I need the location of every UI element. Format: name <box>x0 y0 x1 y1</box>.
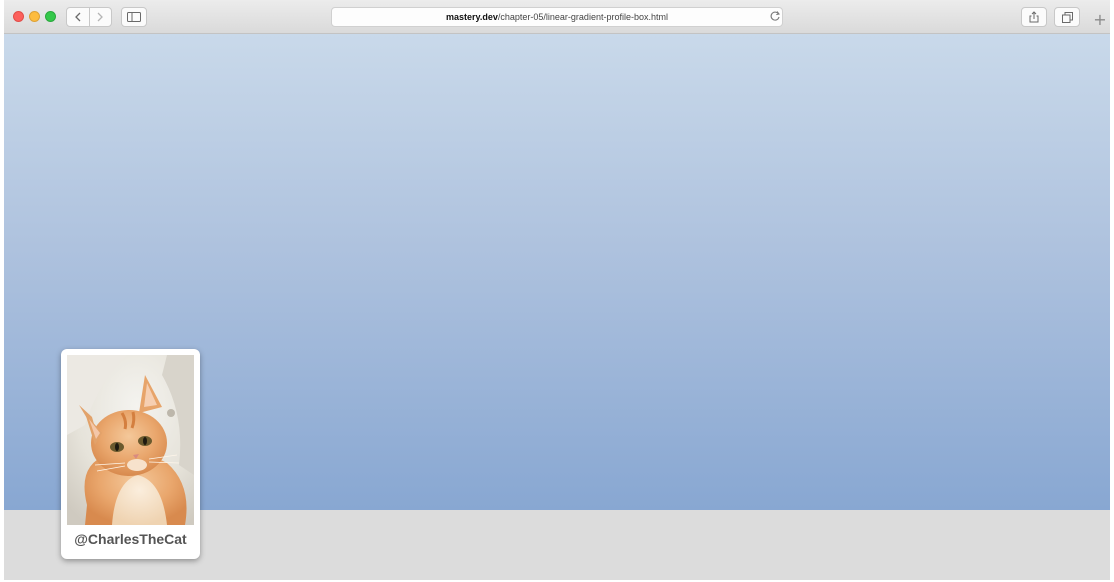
browser-toolbar: mastery.dev/chapter-05/linear-gradient-p… <box>4 0 1110 34</box>
profile-box: @CharlesTheCat <box>61 349 200 559</box>
close-window-button[interactable] <box>13 11 24 22</box>
reload-icon[interactable] <box>769 10 781 22</box>
show-tabs-button[interactable] <box>1054 7 1080 27</box>
zoom-window-button[interactable] <box>45 11 56 22</box>
minimize-window-button[interactable] <box>29 11 40 22</box>
forward-button[interactable] <box>90 8 112 26</box>
url-path: /chapter-05/linear-gradient-profile-box.… <box>497 12 668 22</box>
sidebar-icon <box>127 12 141 22</box>
page-content: @CharlesTheCat <box>4 34 1110 580</box>
address-bar[interactable]: mastery.dev/chapter-05/linear-gradient-p… <box>331 7 783 27</box>
sidebar-button[interactable] <box>121 7 147 27</box>
cat-photo-image <box>67 355 194 525</box>
share-button[interactable] <box>1021 7 1047 27</box>
forward-arrow-icon <box>97 12 104 22</box>
profile-photo <box>67 355 194 525</box>
share-icon <box>1029 11 1039 23</box>
navigation-buttons <box>66 7 112 27</box>
back-button[interactable] <box>67 8 89 26</box>
back-arrow-icon <box>74 12 81 22</box>
new-tab-button[interactable]: + <box>1090 8 1110 30</box>
browser-window: mastery.dev/chapter-05/linear-gradient-p… <box>4 0 1110 580</box>
new-tab-plus-icon: + <box>1093 9 1107 29</box>
url-host: mastery.dev <box>446 12 498 22</box>
tabs-icon <box>1061 11 1073 23</box>
profile-handle: @CharlesTheCat <box>74 531 187 547</box>
